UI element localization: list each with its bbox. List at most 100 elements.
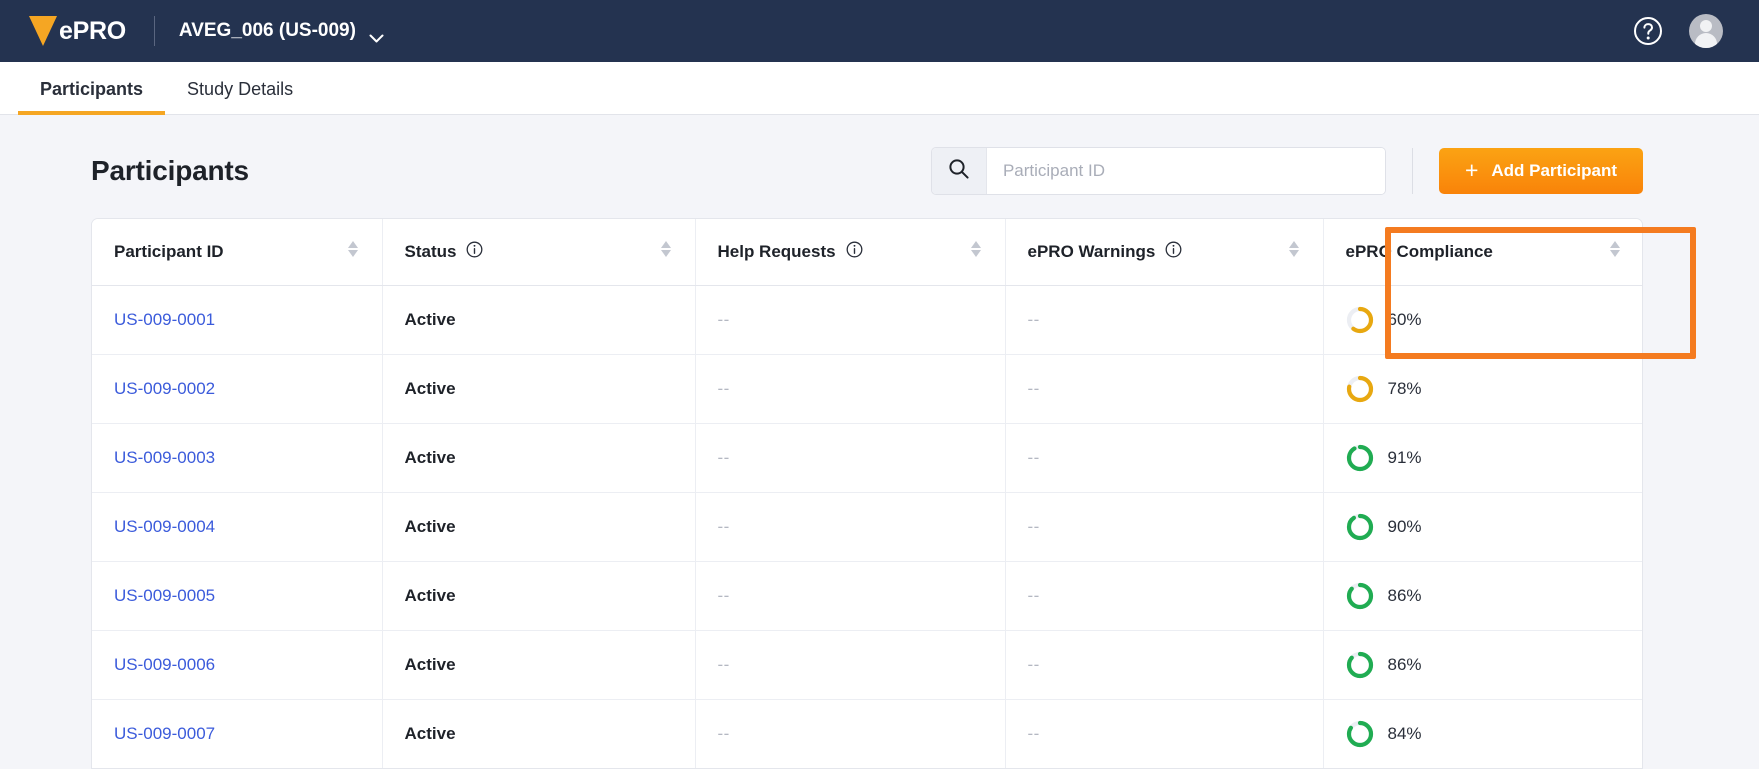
compliance-value-label: 91%	[1388, 448, 1422, 468]
cell-epro-warnings: --	[1005, 285, 1323, 354]
compliance-donut-icon	[1346, 651, 1374, 679]
cell-participant-id: US-009-0003	[92, 423, 382, 492]
sort-arrows-icon[interactable]	[1608, 239, 1622, 264]
cell-status: Active	[382, 630, 695, 699]
empty-value: --	[1028, 655, 1040, 674]
cell-help-requests: --	[695, 354, 1005, 423]
cell-status: Active	[382, 699, 695, 768]
empty-value: --	[718, 310, 730, 329]
table-header-row: Participant ID Status	[92, 219, 1643, 285]
compliance-value-label: 60%	[1388, 310, 1422, 330]
search-bar	[931, 147, 1386, 195]
brand-name: ePRO	[59, 17, 126, 46]
compliance-value-label: 86%	[1388, 655, 1422, 675]
study-selector-dropdown[interactable]: AVEG_006 (US-009)	[179, 20, 384, 42]
sort-arrows-icon[interactable]	[659, 239, 673, 264]
compliance-donut-icon	[1346, 513, 1374, 541]
sort-arrows-icon[interactable]	[969, 239, 983, 264]
column-header-label: ePRO Compliance	[1346, 242, 1493, 262]
user-avatar-icon[interactable]	[1689, 14, 1723, 48]
info-circle-icon[interactable]	[846, 241, 863, 263]
empty-value: --	[718, 655, 730, 674]
chevron-down-icon	[369, 27, 384, 36]
participant-id-link[interactable]: US-009-0002	[114, 379, 215, 398]
column-header-status[interactable]: Status	[382, 219, 695, 285]
cell-epro-warnings: --	[1005, 699, 1323, 768]
cell-help-requests: --	[695, 492, 1005, 561]
table-header: Participant ID Status	[92, 219, 1643, 285]
study-selector-label: AVEG_006 (US-009)	[179, 20, 356, 42]
empty-value: --	[1028, 517, 1040, 536]
table-row[interactable]: US-009-0003Active----91%	[92, 423, 1643, 492]
cell-epro-compliance: 91%	[1323, 423, 1643, 492]
sort-arrows-icon[interactable]	[346, 239, 360, 264]
cell-epro-warnings: --	[1005, 492, 1323, 561]
page-header-actions: + Add Participant	[931, 147, 1643, 195]
search-icon	[948, 158, 970, 185]
participant-id-link[interactable]: US-009-0007	[114, 724, 215, 743]
page-header: Participants + Add Participant	[91, 140, 1643, 202]
cell-epro-warnings: --	[1005, 561, 1323, 630]
participant-id-link[interactable]: US-009-0003	[114, 448, 215, 467]
column-header-participant-id[interactable]: Participant ID	[92, 219, 382, 285]
table-row[interactable]: US-009-0004Active----90%	[92, 492, 1643, 561]
cell-participant-id: US-009-0004	[92, 492, 382, 561]
tab-study-details[interactable]: Study Details	[165, 79, 315, 114]
info-circle-icon[interactable]	[466, 241, 483, 263]
empty-value: --	[718, 724, 730, 743]
column-header-epro-compliance[interactable]: ePRO Compliance	[1323, 219, 1643, 285]
participants-table: Participant ID Status	[92, 219, 1643, 768]
cell-epro-warnings: --	[1005, 630, 1323, 699]
search-button[interactable]	[932, 148, 987, 194]
compliance-donut-icon	[1346, 306, 1374, 334]
cell-help-requests: --	[695, 630, 1005, 699]
table-row[interactable]: US-009-0005 Active -- -- 86%	[92, 561, 1643, 630]
participant-id-link[interactable]: US-009-0005	[114, 586, 215, 605]
cell-epro-compliance: 86%	[1323, 630, 1643, 699]
table-row[interactable]: US-009-0001Active----60%	[92, 285, 1643, 354]
empty-value: --	[718, 517, 730, 536]
empty-value: --	[718, 586, 730, 605]
cell-epro-compliance: 90%	[1323, 492, 1643, 561]
compliance-value-label: 90%	[1388, 517, 1422, 537]
cell-epro-compliance: 84%	[1323, 699, 1643, 768]
cell-epro-warnings: --	[1005, 354, 1323, 423]
cell-participant-id: US-009-0007	[92, 699, 382, 768]
topbar-actions	[1633, 14, 1731, 48]
participants-table-card: Participant ID Status	[91, 218, 1643, 769]
empty-value: --	[718, 379, 730, 398]
column-header-label: Status	[405, 242, 457, 262]
cell-help-requests: --	[695, 699, 1005, 768]
table-row[interactable]: US-009-0002Active----78%	[92, 354, 1643, 423]
cell-epro-compliance: 86%	[1323, 561, 1643, 630]
column-header-help-requests[interactable]: Help Requests	[695, 219, 1005, 285]
column-header-label: Help Requests	[718, 242, 836, 262]
participant-id-link[interactable]: US-009-0006	[114, 655, 215, 674]
cell-status: Active	[382, 561, 695, 630]
column-header-epro-warnings[interactable]: ePRO Warnings	[1005, 219, 1323, 285]
search-input[interactable]	[987, 148, 1385, 194]
empty-value: --	[1028, 586, 1040, 605]
tab-participants[interactable]: Participants	[18, 79, 165, 114]
empty-value: --	[1028, 448, 1040, 467]
compliance-donut-icon	[1346, 582, 1374, 610]
empty-value: --	[1028, 310, 1040, 329]
sort-arrows-icon[interactable]	[1287, 239, 1301, 264]
tab-bar: Participants Study Details	[0, 62, 1759, 115]
table-row[interactable]: US-009-0007Active----84%	[92, 699, 1643, 768]
help-circle-icon[interactable]	[1633, 16, 1663, 46]
v-logo-icon	[28, 14, 58, 48]
plus-icon: +	[1465, 159, 1478, 182]
participant-id-link[interactable]: US-009-0004	[114, 517, 215, 536]
brand-divider	[154, 16, 155, 46]
cell-epro-compliance: 60%	[1323, 285, 1643, 354]
participant-id-link[interactable]: US-009-0001	[114, 310, 215, 329]
info-circle-icon[interactable]	[1165, 241, 1182, 263]
brand-logo: ePRO	[28, 14, 126, 48]
compliance-value-label: 86%	[1388, 586, 1422, 606]
toolbar-divider	[1412, 148, 1413, 194]
table-row[interactable]: US-009-0006 Active -- -- 86%	[92, 630, 1643, 699]
column-header-label: Participant ID	[114, 242, 224, 262]
add-participant-button[interactable]: + Add Participant	[1439, 148, 1643, 194]
table-body: US-009-0001 Active -- -- 60% US-009-0002 Activ…	[92, 285, 1643, 768]
